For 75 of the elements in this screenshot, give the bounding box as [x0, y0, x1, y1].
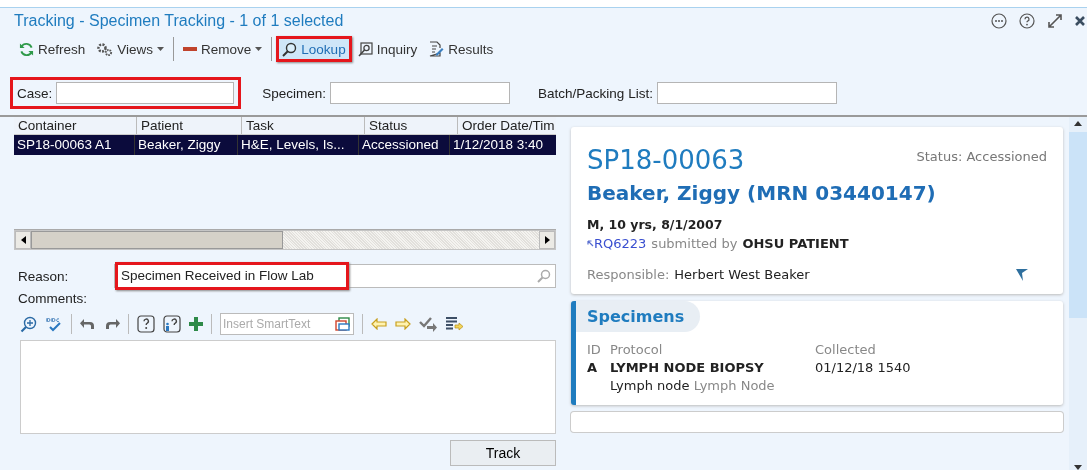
- table-cell-text: 1/12/2018 3:40: [452, 136, 545, 154]
- table-cell: Accessioned: [359, 135, 450, 155]
- inquiry-button[interactable]: Inquiry: [352, 36, 423, 62]
- help-icon[interactable]: [137, 315, 155, 333]
- up-arrow-icon[interactable]: [1074, 121, 1082, 126]
- protocol-name: LYMPH NODE BIOPSY: [610, 360, 765, 375]
- comments-field[interactable]: [20, 340, 556, 434]
- column-header[interactable]: Container: [14, 117, 137, 134]
- case-id: SP18-00063: [587, 145, 745, 175]
- source-name: Lymph node: [610, 378, 690, 393]
- close-icon[interactable]: [1075, 14, 1085, 28]
- left-arrow-icon[interactable]: [20, 236, 26, 244]
- views-button[interactable]: Views: [91, 36, 170, 62]
- results-button[interactable]: Results: [423, 36, 499, 62]
- table-cell: H&E, Levels, Is...: [238, 135, 359, 155]
- down-arrow-icon[interactable]: [1074, 465, 1082, 470]
- submitter-name: OHSU PATIENT: [742, 236, 849, 251]
- demographics-text: M, 10 yrs, 8/1/2007: [587, 217, 724, 232]
- window-title: Tracking - Specimen Tracking - 1 of 1 selected: [14, 12, 344, 30]
- reason-label: Reason:: [17, 268, 70, 284]
- filter-field[interactable]: [56, 82, 235, 104]
- search-icon: [282, 41, 298, 57]
- filter-field[interactable]: [656, 82, 837, 104]
- help-icon[interactable]: [1019, 13, 1035, 29]
- column-header: Collected: [815, 342, 877, 357]
- inquiry-icon: [357, 41, 373, 57]
- column-header[interactable]: Order Date/Tim: [458, 117, 556, 134]
- minus-icon: [183, 46, 198, 52]
- track-button[interactable]: Track: [450, 440, 556, 466]
- plus-icon[interactable]: [189, 317, 203, 331]
- column-header: Protocol: [610, 342, 664, 357]
- user-help-icon[interactable]: [163, 315, 181, 333]
- responsible-name: Herbert West Beaker: [674, 267, 810, 282]
- specimen-id: A: [587, 360, 599, 375]
- patient-name: Beaker, Ziggy (MRN 03440147): [587, 181, 937, 205]
- check-arrow-icon[interactable]: [419, 316, 437, 332]
- windows-icon[interactable]: [335, 317, 350, 331]
- filter-field[interactable]: [330, 82, 511, 104]
- undo-icon[interactable]: [80, 317, 96, 331]
- column-header: ID: [587, 342, 602, 357]
- remove-button[interactable]: Remove: [178, 36, 268, 62]
- zoom-in-icon[interactable]: [20, 315, 37, 333]
- section-header: Specimens: [576, 301, 701, 332]
- column-header[interactable]: Patient: [137, 117, 242, 134]
- column-header[interactable]: Status: [365, 117, 458, 134]
- horizontal-scrollbar[interactable]: [14, 230, 556, 250]
- document-edit-icon: [428, 41, 445, 57]
- refresh-icon: [19, 41, 34, 57]
- reason-field[interactable]: Specimen Received in Flow Lab: [114, 264, 556, 288]
- refresh-button[interactable]: Refresh: [14, 36, 91, 62]
- column-header[interactable]: Task: [242, 117, 365, 134]
- collected-time: 01/12/18 1540: [815, 360, 912, 375]
- more-icon[interactable]: [991, 13, 1007, 29]
- case-status: Status: Accessioned: [916, 149, 1047, 164]
- source-detail: Lymph Node: [693, 378, 775, 393]
- field-label: Case:: [17, 85, 53, 101]
- field-label: Batch/Packing List:: [538, 85, 653, 101]
- submitted-label: submitted by: [651, 236, 738, 251]
- expand-icon[interactable]: [1047, 13, 1063, 29]
- redo-icon[interactable]: [104, 317, 120, 331]
- gears-icon: [96, 41, 114, 57]
- list-arrow-icon[interactable]: [445, 316, 463, 332]
- smarttext-field[interactable]: Insert SmartText: [220, 313, 354, 335]
- comments-label: Comments:: [17, 291, 89, 306]
- right-arrow-icon[interactable]: [544, 236, 550, 244]
- table-cell: Beaker, Ziggy: [135, 135, 238, 155]
- field-label: Specimen:: [262, 85, 327, 101]
- flag-icon[interactable]: [1015, 267, 1029, 282]
- lookup-button[interactable]: Lookup: [276, 36, 352, 62]
- spellcheck-icon[interactable]: [45, 315, 63, 333]
- vertical-scrollbar[interactable]: [1069, 117, 1087, 470]
- arrow-icon: [587, 240, 594, 247]
- responsible-label: Responsible:: [587, 267, 670, 282]
- table-cell: SP18-00063 A1: [14, 135, 135, 155]
- requisition-link[interactable]: RQ6223: [587, 236, 647, 251]
